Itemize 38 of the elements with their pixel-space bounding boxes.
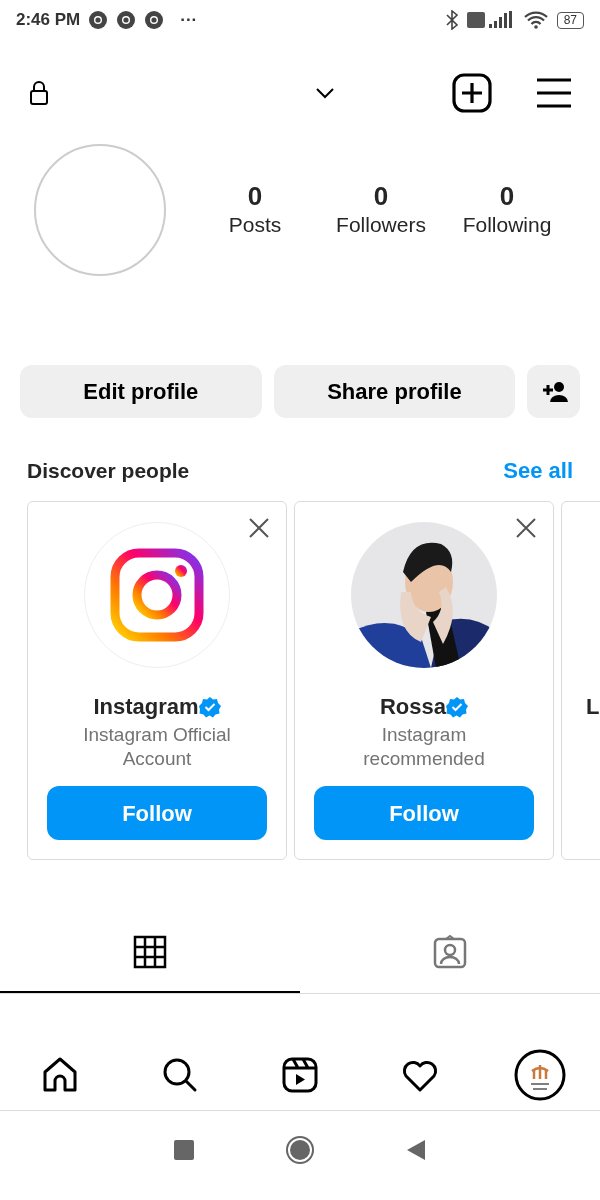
grid-icon xyxy=(133,935,167,969)
account-subtitle: Instagram Official Account xyxy=(82,723,232,771)
reels-icon[interactable] xyxy=(281,1055,319,1094)
account-name[interactable]: L xyxy=(586,690,600,723)
stat-label: Followers xyxy=(336,211,426,238)
menu-icon[interactable] xyxy=(536,77,572,109)
profile-action-button[interactable]: Share profile xyxy=(273,365,516,418)
recent-apps-icon[interactable] xyxy=(173,1139,195,1161)
bluetooth-icon xyxy=(444,10,459,30)
back-icon[interactable] xyxy=(405,1139,427,1161)
chevron-down-icon[interactable] xyxy=(315,87,335,99)
stat-label: Posts xyxy=(228,211,282,238)
browser-icon xyxy=(144,10,165,30)
status-time: 2:46 PM xyxy=(16,9,81,32)
close-icon[interactable] xyxy=(515,517,537,539)
close-icon[interactable] xyxy=(248,517,270,539)
create-icon[interactable] xyxy=(452,73,492,113)
wifi-icon xyxy=(522,10,549,30)
account-subtitle: Instagram recommended xyxy=(362,723,486,771)
home-button-icon[interactable] xyxy=(285,1135,315,1165)
tagged-icon xyxy=(433,935,467,969)
stat-label: Following xyxy=(462,211,552,238)
profile-avatar[interactable] xyxy=(514,1048,566,1101)
browser-icon xyxy=(116,10,137,30)
account-name[interactable]: Rossa xyxy=(379,690,446,723)
stat-count: 0 xyxy=(499,182,515,211)
stat-count: 0 xyxy=(247,182,263,211)
more-notifications: ··· xyxy=(180,9,198,32)
section-title: Discover people xyxy=(27,457,190,484)
lock-icon xyxy=(28,80,50,106)
add-person-button[interactable] xyxy=(527,365,580,418)
profile-action-button[interactable]: Edit profile xyxy=(20,365,262,418)
home-icon[interactable] xyxy=(41,1055,79,1094)
stat-count: 0 xyxy=(373,182,389,211)
battery-level: 87 xyxy=(556,11,584,29)
browser-icon xyxy=(88,10,109,30)
account-name[interactable]: Instagram xyxy=(93,690,199,723)
signal-icon xyxy=(466,10,515,30)
